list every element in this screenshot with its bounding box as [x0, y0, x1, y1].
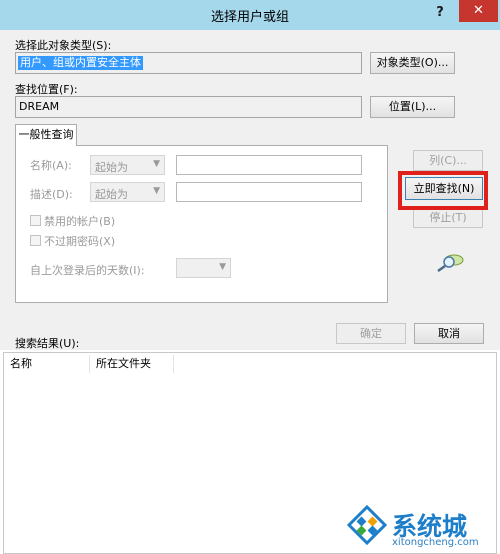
location-field: DREAM: [15, 96, 362, 118]
watermark-logo: [345, 504, 389, 549]
locations-button[interactable]: 位置(L)...: [370, 96, 455, 118]
chevron-down-icon: ▼: [219, 262, 226, 272]
non-expiring-password-checkbox[interactable]: [30, 235, 41, 246]
description-mode-value: 起始为: [95, 188, 128, 201]
disabled-accounts-label: 禁用的帐户(B): [44, 215, 116, 228]
description-input[interactable]: [176, 182, 362, 202]
description-mode-select[interactable]: 起始为 ▼: [90, 182, 165, 202]
help-button[interactable]: ?: [432, 5, 448, 23]
search-people-icon: [436, 251, 466, 273]
name-mode-select[interactable]: 起始为 ▼: [90, 155, 165, 175]
days-since-login-label: 自上次登录后的天数(I):: [30, 264, 145, 277]
object-types-button[interactable]: 对象类型(O)...: [370, 52, 455, 74]
tab-common-queries[interactable]: 一般性查询: [15, 124, 77, 146]
object-type-label: 选择此对象类型(S):: [15, 39, 112, 52]
column-header-name[interactable]: 名称: [4, 355, 90, 373]
disabled-accounts-checkbox[interactable]: [30, 215, 41, 226]
search-results-label: 搜索结果(U):: [15, 337, 80, 350]
location-label: 查找位置(F):: [15, 83, 78, 96]
description-label: 描述(D):: [30, 188, 73, 201]
window-title: 选择用户或组: [210, 10, 289, 25]
cancel-button[interactable]: 取消: [414, 323, 484, 344]
find-now-highlight: [398, 171, 488, 210]
close-button[interactable]: ✕: [459, 0, 498, 22]
object-type-value: 用户、组或内置安全主体: [18, 56, 143, 70]
object-type-field: 用户、组或内置安全主体: [15, 52, 362, 74]
column-header-folder[interactable]: 所在文件夹: [90, 355, 174, 373]
watermark-url: xitongcheng.com: [392, 537, 479, 548]
ok-button[interactable]: 确定: [336, 323, 406, 344]
chevron-down-icon: ▼: [153, 159, 160, 169]
columns-button[interactable]: 列(C)...: [413, 150, 483, 171]
days-since-login-select[interactable]: ▼: [176, 258, 231, 278]
name-mode-value: 起始为: [95, 161, 128, 174]
chevron-down-icon: ▼: [153, 186, 160, 196]
stop-button[interactable]: 停止(T): [413, 207, 483, 228]
title-bar: 选择用户或组 ? ✕: [0, 0, 500, 30]
name-input[interactable]: [176, 155, 362, 175]
non-expiring-password-label: 不过期密码(X): [44, 235, 116, 248]
location-value: DREAM: [19, 100, 60, 113]
name-label: 名称(A):: [30, 159, 72, 172]
